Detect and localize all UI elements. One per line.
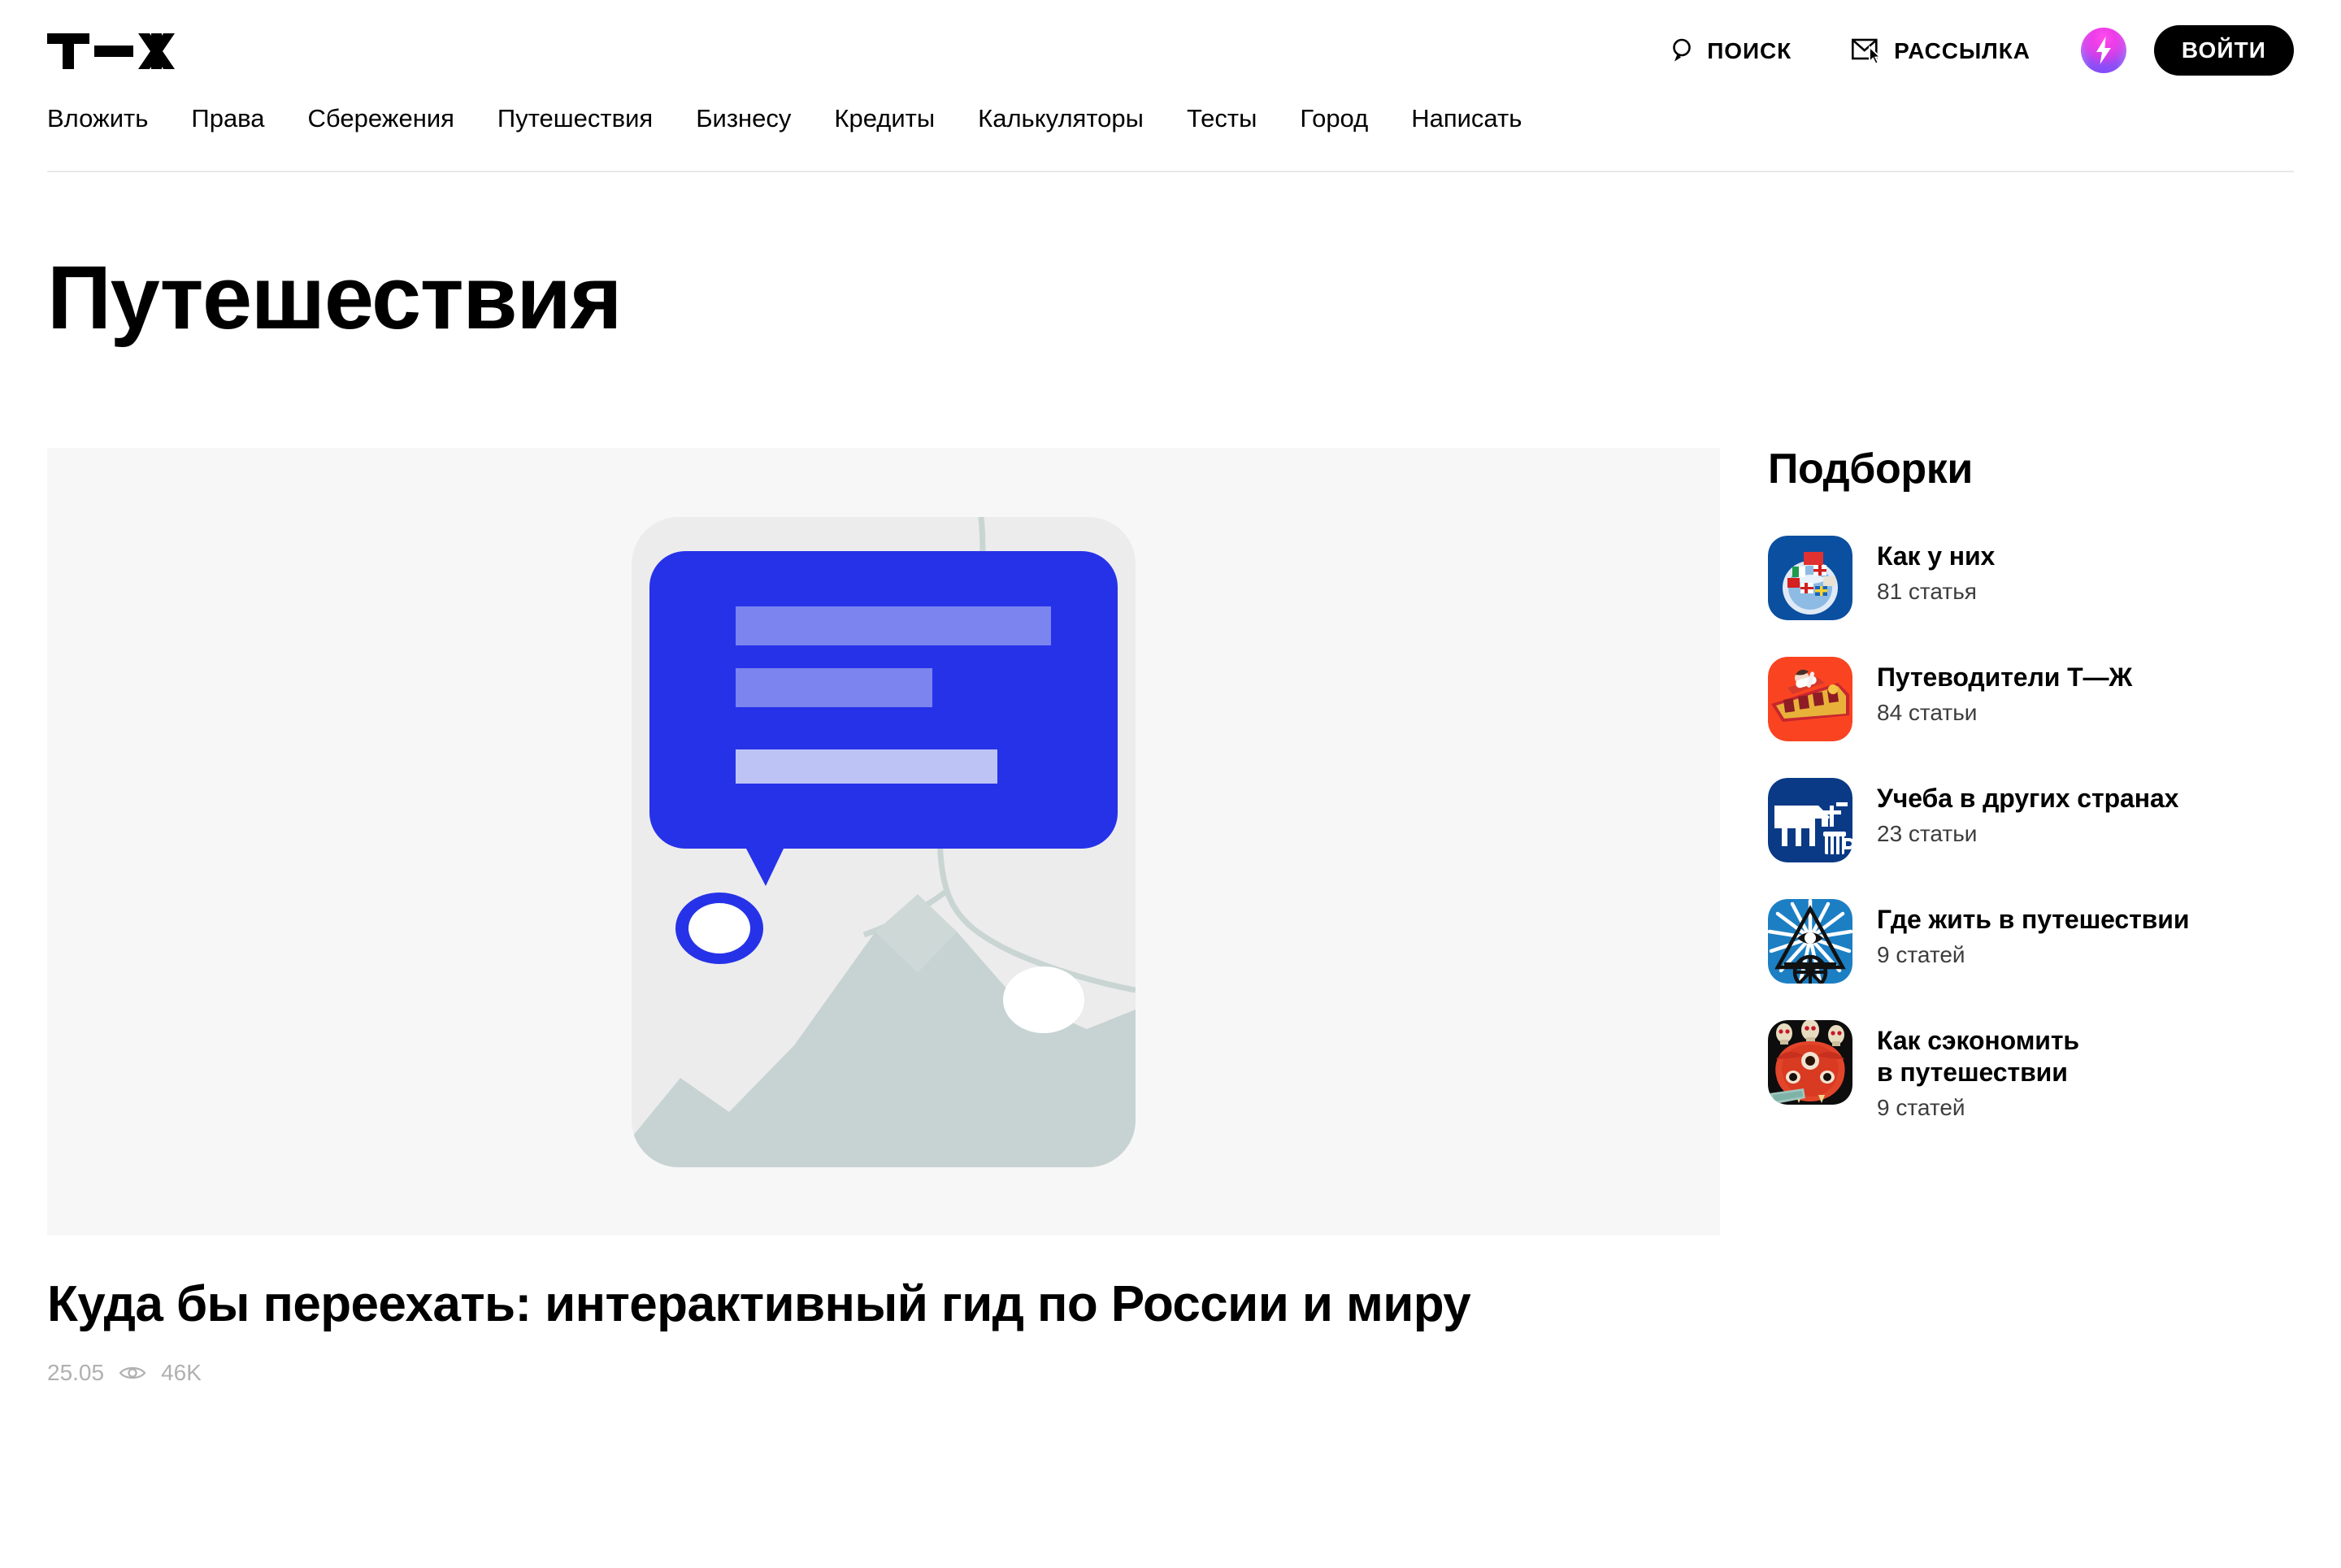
flags-globe-icon — [1768, 536, 1852, 620]
site-logo[interactable] — [47, 26, 193, 76]
collection-item-kak-u-nih[interactable]: Как у них 81 статья — [1768, 536, 2304, 620]
all-seeing-eye-icon — [1768, 899, 1852, 984]
main-nav: Вложить Права Сбережения Путешествия Биз… — [47, 101, 2294, 172]
login-button[interactable]: Войти — [2153, 25, 2294, 76]
search-button[interactable]: Поиск — [1671, 37, 1792, 63]
collection-name: Учеба в других странах — [1877, 784, 2179, 813]
nav-item-travel[interactable]: Путешествия — [497, 101, 653, 131]
hero-article-meta: 25.05 46K — [47, 1362, 1720, 1384]
collection-item-putevoditeli[interactable]: Путеводители Т—Ж 84 статьи — [1768, 657, 2304, 741]
collection-count: 9 статей — [1877, 942, 1965, 968]
nav-item-calculators[interactable]: Калькуляторы — [978, 101, 1144, 131]
tram-icon — [1768, 657, 1852, 741]
map-speech-bubble-illustration — [632, 509, 1136, 1175]
page-title: Путешествия — [47, 248, 623, 348]
newsletter-button[interactable]: Рассылка — [1852, 37, 2030, 64]
bolt-badge-button[interactable] — [2080, 28, 2126, 73]
sidebar-title: Подборки — [1768, 445, 1973, 493]
collection-text: Учеба в других странах 23 статьи — [1877, 778, 2178, 845]
page-root: Поиск Рассылка — [0, 0, 2341, 1568]
collection-text: Как у них 81 статья — [1877, 536, 1995, 603]
collection-text: Путеводители Т—Ж 84 статьи — [1877, 657, 2132, 724]
collection-name: Путеводители Т—Ж — [1877, 662, 2133, 692]
search-label: Поиск — [1707, 38, 1792, 63]
newsletter-label: Рассылка — [1894, 38, 2030, 63]
collection-count: 23 статьи — [1877, 821, 1978, 847]
collection-item-ucheba[interactable]: Учеба в других странах 23 статьи — [1768, 778, 2304, 862]
collection-count: 84 статьи — [1877, 700, 1978, 726]
collection-count: 9 статей — [1877, 1095, 1965, 1121]
nav-item-credits[interactable]: Кредиты — [834, 101, 935, 131]
hero-article-date: 25.05 — [47, 1360, 105, 1386]
envelope-cursor-icon — [1852, 37, 1883, 64]
nav-item-savings[interactable]: Сбережения — [308, 101, 454, 131]
collection-text: Где жить в путешествии 9 статей — [1877, 899, 2190, 968]
nav-item-business[interactable]: Бизнесу — [696, 101, 791, 131]
header-top-bar: Поиск Рассылка — [47, 0, 2294, 101]
hero-image — [47, 448, 1720, 1236]
collection-item-gde-zhit[interactable]: Где жить в путешествии 9 статей — [1768, 899, 2304, 984]
red-demon-mask-icon — [1768, 1020, 1852, 1105]
nav-item-invest[interactable]: Вложить — [47, 101, 148, 131]
nav-item-rights[interactable]: Права — [191, 101, 264, 131]
header-actions: Поиск Рассылка — [1671, 25, 2294, 76]
collection-count: 81 статья — [1877, 579, 1977, 605]
collection-text: Как сэкономить в путешествии 9 статей — [1877, 1020, 2079, 1119]
collection-name: Как сэкономить в путешествии — [1877, 1026, 2079, 1088]
collection-name: Где жить в путешествии — [1877, 905, 2190, 934]
login-label: Войти — [2181, 37, 2266, 63]
collection-item-kak-sekonomit[interactable]: Как сэкономить в путешествии 9 статей — [1768, 1020, 2304, 1119]
lightning-bolt-icon — [2095, 37, 2113, 64]
header-divider — [47, 171, 2294, 172]
hero-article-views: 46K — [161, 1360, 202, 1386]
nav-item-city[interactable]: Город — [1300, 101, 1368, 131]
cow-mug-icon — [1768, 778, 1852, 862]
collections-sidebar: Подборки Как у них 81 статья Путеводител… — [1768, 448, 2304, 1156]
hero-article-title: Куда бы переехать: интерактивный гид по … — [47, 1276, 1471, 1332]
site-header: Поиск Рассылка — [0, 0, 2341, 172]
collection-name: Как у них — [1877, 541, 1996, 571]
nav-item-write[interactable]: Написать — [1411, 101, 1522, 131]
search-icon — [1671, 37, 1696, 63]
eye-icon — [119, 1364, 146, 1382]
hero-article-card[interactable]: Куда бы переехать: интерактивный гид по … — [47, 448, 1720, 1384]
nav-item-tests[interactable]: Тесты — [1187, 101, 1257, 131]
